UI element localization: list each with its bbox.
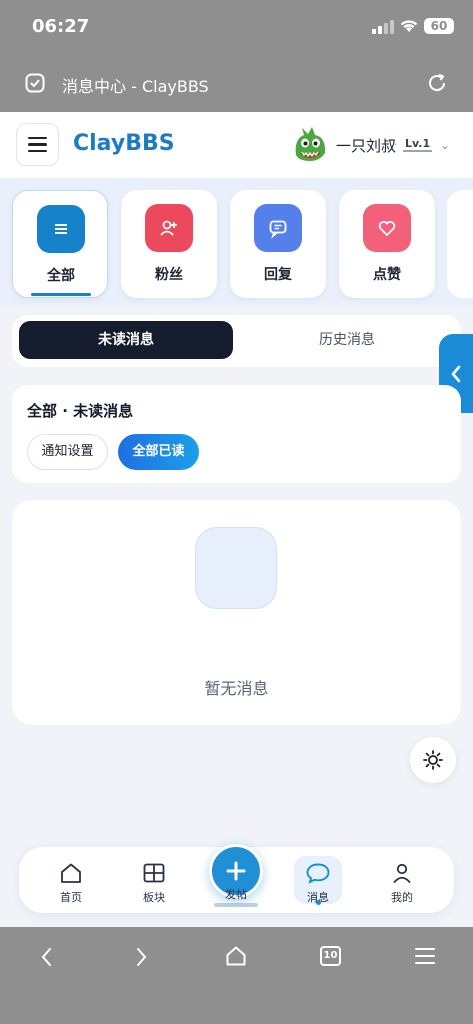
browser-page-title[interactable]: 消息中心 - ClayBBS [62, 73, 209, 97]
category-all[interactable]: 全部 [12, 190, 108, 298]
avatar[interactable] [290, 125, 330, 165]
browser-toolbar [0, 927, 473, 1024]
category-label: 全部 [47, 268, 75, 284]
plus-icon [226, 861, 246, 881]
category-label: 回复 [264, 267, 292, 283]
wifi-icon [398, 16, 420, 38]
empty-state-text: 暂无消息 [204, 679, 269, 698]
chevron-down-icon[interactable]: ⌄ [440, 138, 450, 152]
mark-all-read-button[interactable]: 全部已读 [118, 434, 199, 470]
cellular-signal-icon [372, 20, 394, 34]
reload-icon[interactable] [426, 72, 448, 98]
nav-label: 我的 [391, 891, 413, 904]
fab-shadow [214, 903, 258, 907]
category-label: 粉丝 [155, 267, 183, 283]
menu-button[interactable] [16, 123, 59, 166]
notify-settings-button[interactable]: 通知设置 [27, 434, 108, 470]
nav-messages[interactable]: 消息 [288, 862, 348, 905]
tab-history[interactable]: 历史消息 [240, 321, 454, 359]
tab-unread[interactable]: 未读消息 [19, 321, 233, 359]
nav-me[interactable]: 我的 [372, 862, 432, 905]
nav-boards[interactable]: 板块 [124, 862, 184, 905]
grid-icon [143, 863, 165, 883]
user-icon [393, 863, 411, 884]
username[interactable]: 一只刘叔 [336, 135, 396, 156]
category-label: 点赞 [373, 267, 401, 283]
level-badge: Lv.1 [403, 137, 433, 152]
chevron-left-icon [451, 365, 461, 382]
tab-count-button[interactable]: 10 [320, 946, 341, 966]
empty-illustration [195, 527, 277, 609]
message-bubble-icon [306, 863, 330, 884]
nav-home[interactable]: 首页 [41, 862, 101, 905]
status-time: 06:27 [32, 16, 90, 37]
category-fans[interactable]: 粉丝 [121, 190, 217, 298]
home-icon [61, 863, 81, 883]
user-plus-icon [145, 204, 193, 252]
nav-label: 首页 [60, 891, 82, 904]
category-replies[interactable]: 回复 [230, 190, 326, 298]
battery-indicator: 60 [424, 18, 454, 34]
heart-icon [363, 204, 411, 252]
active-dot [316, 900, 321, 905]
browser-menu-icon[interactable] [414, 945, 436, 971]
shield-icon [24, 72, 46, 98]
back-icon[interactable] [38, 945, 56, 973]
app-logo[interactable]: ClayBBS [73, 131, 175, 156]
theme-toggle-button[interactable] [410, 737, 456, 783]
section-title: 全部 · 未读消息 [27, 402, 134, 420]
category-likes[interactable]: 点赞 [339, 190, 435, 298]
separator-dot: · [394, 138, 398, 151]
forward-icon[interactable] [132, 945, 150, 973]
category-overflow-card[interactable] [447, 190, 473, 298]
list-icon [37, 205, 85, 253]
active-indicator [31, 293, 91, 296]
home-browser-icon[interactable] [224, 944, 248, 972]
nav-label: 板块 [143, 891, 165, 904]
chat-icon [254, 204, 302, 252]
post-label: 发帖 [225, 888, 247, 901]
sun-icon [423, 750, 443, 770]
